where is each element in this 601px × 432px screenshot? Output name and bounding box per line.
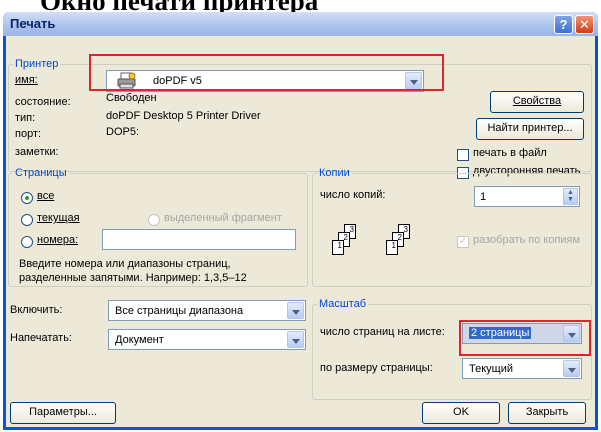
printer-name-label: имя: <box>15 74 38 86</box>
scale-select[interactable]: Текущий <box>462 358 582 379</box>
pages-selection-radio[interactable] <box>148 214 160 226</box>
title-bar[interactable] <box>3 12 598 36</box>
pages-numbers-label: номера: <box>37 234 79 246</box>
copies-count-value: 1 <box>480 191 487 203</box>
include-label: Включить: <box>10 304 63 316</box>
pages-per-sheet-label: число страниц на листе: <box>320 326 445 338</box>
collate-label: разобрать по копиям <box>473 234 581 246</box>
chevron-down-icon[interactable] <box>287 331 304 348</box>
pages-current-label: текущая <box>37 212 80 224</box>
window-title: Печать <box>10 16 56 31</box>
copies-legend: Копии <box>319 167 350 179</box>
scale-label: по размеру страницы: <box>320 362 433 374</box>
pages-per-sheet-highlight <box>459 320 591 356</box>
notes-label: заметки: <box>15 146 59 158</box>
copies-spinner[interactable]: ▲ ▼ <box>563 188 578 205</box>
pages-all-radio[interactable] <box>21 192 33 204</box>
ok-button[interactable]: OK <box>422 402 500 424</box>
print-what-label: Напечатать: <box>10 332 72 344</box>
pages-all-label: все <box>37 190 55 202</box>
pages-hint-line1: Введите номера или диапазоны страниц, <box>19 258 231 270</box>
pages-legend: Страницы <box>15 167 67 179</box>
collate-checkbox[interactable]: ✓ <box>457 236 469 248</box>
pages-numbers-radio[interactable] <box>21 236 33 248</box>
pages-current-radio[interactable] <box>21 214 33 226</box>
port-value: DOP5: <box>106 126 140 138</box>
type-label: тип: <box>15 112 36 124</box>
print-to-file-label: печать в файл <box>473 147 547 159</box>
status-label: состояние: <box>15 96 71 108</box>
close-button[interactable]: Закрыть <box>508 402 586 424</box>
pages-hint-line2: разделенные запятыми. Например: 1,3,5–12 <box>19 272 247 284</box>
options-button[interactable]: Параметры... <box>10 402 116 424</box>
zoom-legend: Масштаб <box>319 298 367 310</box>
printer-highlight <box>89 54 444 91</box>
print-to-file-checkbox[interactable] <box>457 149 469 161</box>
copies-count-input[interactable]: 1 ▲ ▼ <box>474 186 580 207</box>
print-what-value: Документ <box>115 334 164 346</box>
pages-selection-label: выделенный фрагмент <box>164 212 282 224</box>
find-printer-button[interactable]: Найти принтер... <box>476 118 584 140</box>
chevron-down-icon[interactable] <box>287 302 304 319</box>
properties-button[interactable]: Свойства <box>490 91 584 113</box>
include-value: Все страницы диапазона <box>115 305 244 317</box>
copies-count-label: число копий: <box>320 189 386 201</box>
print-what-select[interactable]: Документ <box>108 329 306 350</box>
status-value: Свободен <box>106 92 157 104</box>
close-window-button[interactable]: ✕ <box>575 15 594 34</box>
help-button[interactable]: ? <box>554 15 573 34</box>
port-label: порт: <box>15 128 42 140</box>
scale-value: Текущий <box>469 363 513 375</box>
chevron-down-icon[interactable] <box>563 360 580 377</box>
type-value: doPDF Desktop 5 Printer Driver <box>106 110 261 122</box>
dialog-body: Принтер имя: doPDF v5 состояние: Свободе… <box>6 36 595 427</box>
include-select[interactable]: Все страницы диапазона <box>108 300 306 321</box>
pages-numbers-input[interactable] <box>102 229 296 250</box>
printer-legend: Принтер <box>15 58 59 70</box>
